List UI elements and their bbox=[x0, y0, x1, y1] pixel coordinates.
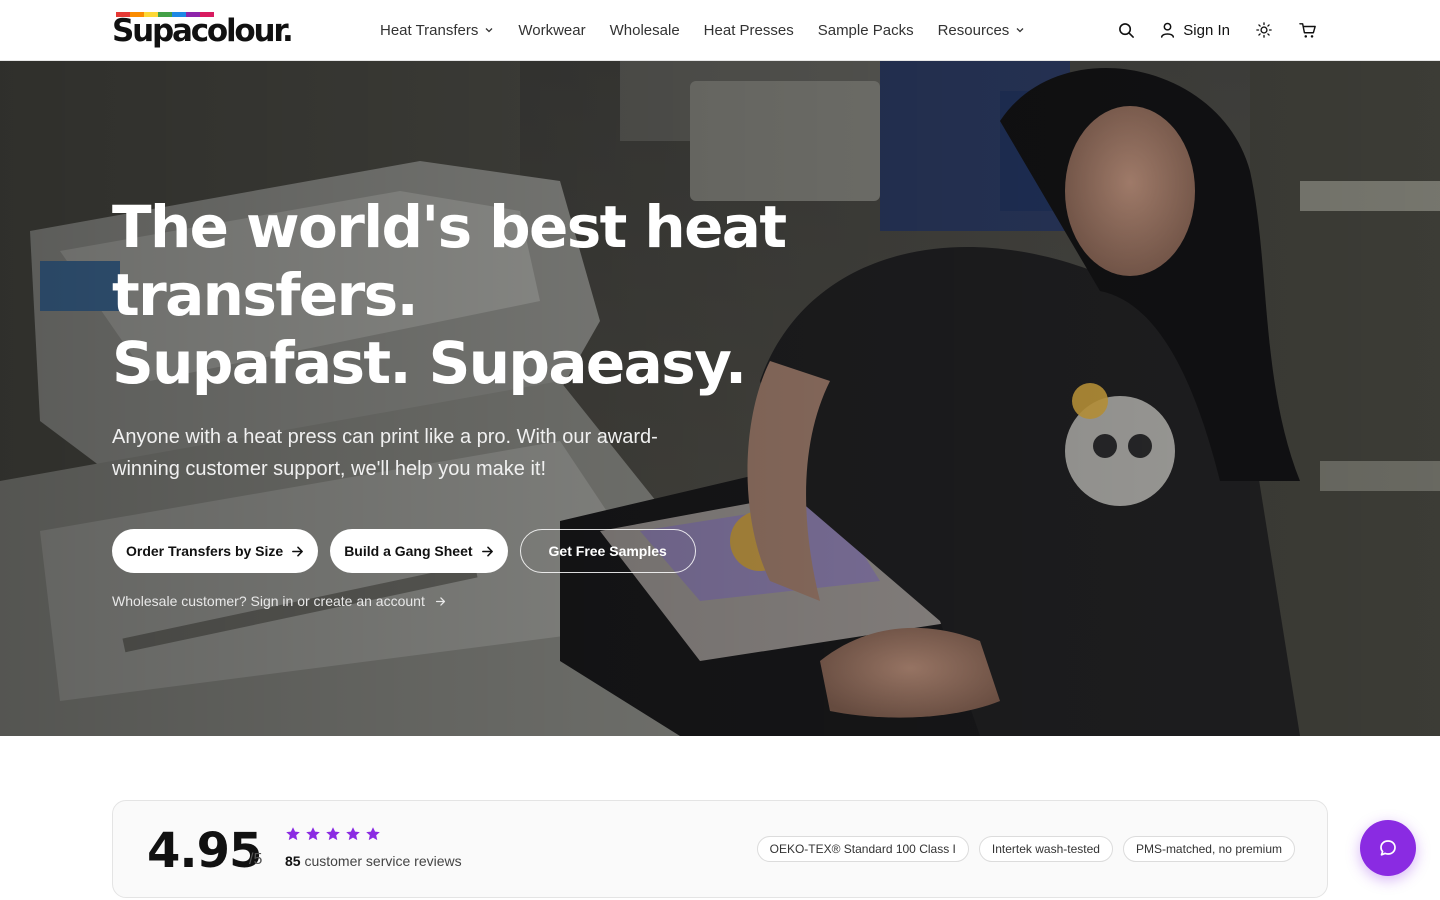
arrow-right-icon bbox=[292, 546, 304, 556]
header-actions: Sign In bbox=[1116, 0, 1318, 60]
nav-label: Heat Transfers bbox=[380, 21, 479, 39]
button-label: Build a Gang Sheet bbox=[344, 543, 473, 559]
badge-oeko-tex: OEKO-TEX® Standard 100 Class I bbox=[756, 836, 969, 862]
badge-intertek: Intertek wash-tested bbox=[978, 836, 1113, 862]
certification-badges: OEKO-TEX® Standard 100 Class I Intertek … bbox=[756, 836, 1295, 862]
get-free-samples-button[interactable]: Get Free Samples bbox=[519, 529, 696, 573]
logo-wordmark: Supacolour. bbox=[112, 13, 294, 49]
hero-title: The world's best heat transfers. Supafas… bbox=[112, 193, 812, 397]
star-icon bbox=[346, 827, 360, 841]
chevron-down-icon bbox=[485, 28, 493, 33]
nav-heat-transfers[interactable]: Heat Transfers bbox=[380, 22, 494, 39]
arrow-right-icon bbox=[481, 546, 493, 556]
search-button[interactable] bbox=[1116, 20, 1136, 40]
badge-pms-matched: PMS-matched, no premium bbox=[1122, 836, 1295, 862]
review-score-out-of: /5 bbox=[249, 851, 263, 868]
review-count[interactable]: 85 customer service reviews bbox=[285, 853, 462, 869]
hero-section: The world's best heat transfers. Supafas… bbox=[0, 61, 1440, 736]
nav-label: Wholesale bbox=[609, 21, 680, 39]
order-transfers-by-size-button[interactable]: Order Transfers by Size bbox=[112, 529, 319, 573]
star-rating bbox=[285, 826, 381, 842]
reviews-summary-card: 4.95 /5 85 customer service reviews OEKO… bbox=[112, 800, 1328, 898]
arrow-right-icon bbox=[435, 596, 445, 606]
theme-toggle-button[interactable] bbox=[1254, 20, 1274, 40]
star-icon bbox=[286, 827, 300, 841]
nav-label: Heat Presses bbox=[703, 21, 794, 39]
button-label: Get Free Samples bbox=[548, 543, 667, 559]
nav-label: Workwear bbox=[518, 21, 586, 39]
star-icon bbox=[366, 827, 380, 841]
star-icon bbox=[306, 827, 320, 841]
hero-title-line: Supafast. Supaeasy. bbox=[112, 329, 747, 397]
build-gang-sheet-button[interactable]: Build a Gang Sheet bbox=[330, 529, 508, 573]
chat-bubble-icon bbox=[1380, 840, 1396, 856]
hero-title-line: transfers. bbox=[112, 261, 419, 329]
button-label: Order Transfers by Size bbox=[126, 543, 284, 559]
review-score: 4.95 bbox=[147, 823, 262, 879]
sign-in-label: Sign In bbox=[1183, 21, 1230, 39]
review-count-number: 85 bbox=[285, 853, 301, 869]
hero-content: The world's best heat transfers. Supafas… bbox=[112, 193, 812, 609]
nav-wholesale[interactable]: Wholesale bbox=[610, 22, 680, 39]
chevron-down-icon bbox=[1016, 28, 1024, 33]
wholesale-signin-link[interactable]: Wholesale customer? Sign in or create an… bbox=[112, 593, 812, 609]
chat-launcher-button[interactable] bbox=[1360, 820, 1416, 876]
nav-label: Sample Packs bbox=[817, 21, 914, 39]
nav-label: Resources bbox=[937, 21, 1010, 39]
nav-heat-presses[interactable]: Heat Presses bbox=[704, 22, 794, 39]
user-icon bbox=[1161, 22, 1175, 38]
nav-sample-packs[interactable]: Sample Packs bbox=[818, 22, 914, 39]
nav-workwear[interactable]: Workwear bbox=[518, 22, 585, 39]
link-label: Wholesale customer? Sign in or create an… bbox=[112, 593, 425, 609]
supacolour-logo[interactable]: Supacolour. bbox=[112, 12, 294, 48]
main-nav: Heat Transfers Workwear Wholesale Heat P… bbox=[380, 0, 1025, 60]
site-header: Supacolour. Heat Transfers Workwear Whol… bbox=[0, 0, 1440, 61]
search-icon bbox=[1118, 22, 1134, 38]
cart-button[interactable] bbox=[1298, 20, 1318, 40]
hero-title-line: The world's best heat bbox=[112, 193, 787, 261]
hero-subtitle: Anyone with a heat press can print like … bbox=[112, 426, 658, 480]
hero-cta-row: Order Transfers by Size Build a Gang She… bbox=[112, 529, 812, 573]
nav-resources[interactable]: Resources bbox=[938, 22, 1026, 39]
review-count-label: customer service reviews bbox=[304, 853, 462, 869]
sun-icon bbox=[1256, 22, 1272, 38]
star-icon bbox=[326, 827, 340, 841]
sign-in-button[interactable]: Sign In bbox=[1160, 22, 1230, 39]
cart-icon bbox=[1299, 22, 1316, 38]
